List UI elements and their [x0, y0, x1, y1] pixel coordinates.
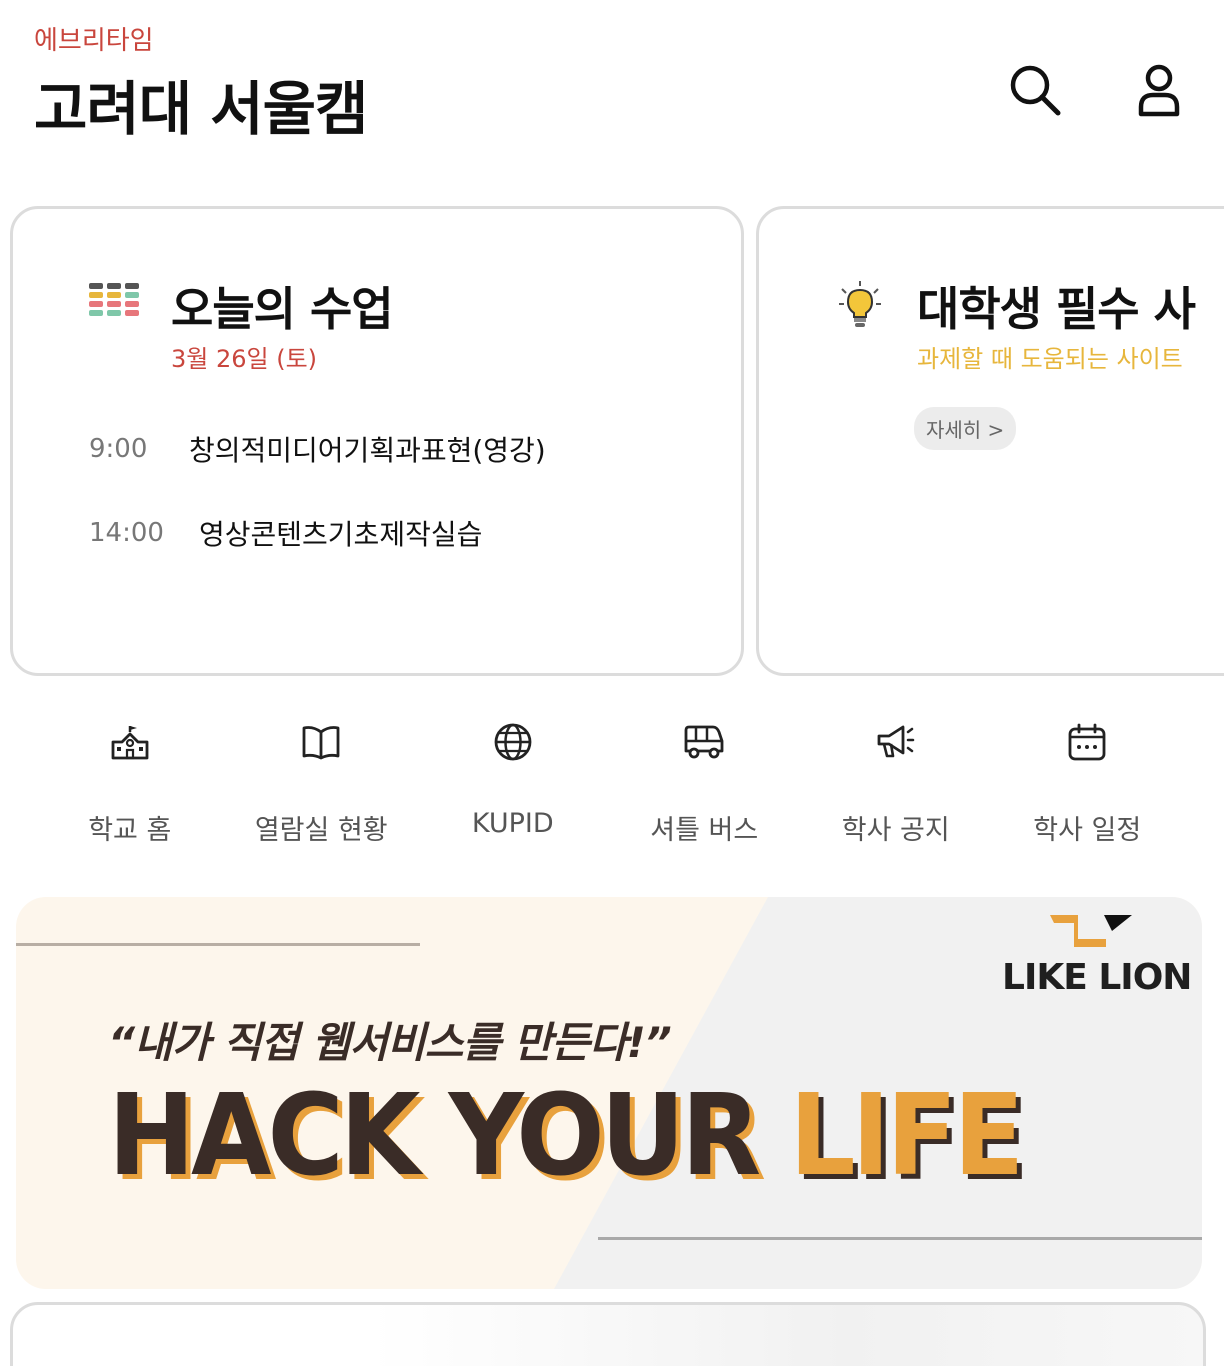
search-icon	[1010, 65, 1061, 116]
quick-menu-label: 열람실 현황	[254, 815, 388, 846]
class-name: 창의적미디어기획과표현(영강)	[189, 434, 546, 467]
megaphone-icon	[877, 725, 914, 758]
app-name: 에브리타임	[34, 26, 154, 56]
next-card[interactable]	[10, 1302, 1206, 1366]
globe-icon	[494, 723, 532, 761]
quick-menu-label: 셔틀 버스	[650, 815, 759, 846]
class-row[interactable]: 9:00 창의적미디어기획과표현(영강)	[89, 429, 546, 469]
school-icon	[111, 726, 149, 760]
calendar-icon	[1068, 723, 1106, 761]
quick-menu-label: 학사 일정	[1033, 815, 1142, 846]
quick-menu: 학교 홈 열람실 현황 KUPID 셔틀 버스 학사 공지 학사 일정	[34, 718, 1183, 847]
timetable-icon	[89, 283, 139, 316]
book-icon	[302, 726, 340, 760]
tips-title: 대학생 필수 사	[917, 282, 1196, 336]
school-name: 고려대 서울캠	[34, 75, 368, 143]
banner-divider	[16, 943, 420, 946]
banner-headline-accent: LIFE	[789, 1069, 1024, 1201]
user-icon	[1138, 64, 1180, 117]
class-row[interactable]: 14:00 영상콘텐츠기초제작실습	[89, 513, 482, 553]
tips-card[interactable]: 대학생 필수 사 과제할 때 도움되는 사이트 자세히 >	[756, 206, 1224, 676]
banner-headline-dark: HACK YOUR	[108, 1069, 790, 1201]
quick-menu-kupid[interactable]: KUPID	[417, 718, 609, 847]
search-button[interactable]	[1007, 62, 1063, 118]
today-classes-title: 오늘의 수업	[171, 282, 394, 336]
quick-menu-label: 학교 홈	[88, 815, 172, 846]
class-name: 영상콘텐츠기초제작실습	[199, 518, 483, 551]
quick-menu-academic-notice[interactable]: 학사 공지	[800, 718, 992, 847]
promo-banner[interactable]: “내가 직접 웹서비스를 만든다!” HACK YOUR LIFE LIKE L…	[16, 897, 1202, 1289]
class-time: 9:00	[89, 434, 148, 464]
class-time: 14:00	[89, 518, 164, 548]
banner-tagline: “내가 직접 웹서비스를 만든다!”	[108, 1018, 672, 1067]
brand-name: LIKE LION	[1002, 957, 1192, 998]
lightbulb-icon	[839, 281, 881, 327]
banner-divider	[598, 1237, 1202, 1240]
bus-icon	[684, 725, 724, 759]
likelion-logo: LIKE LION	[1002, 911, 1192, 1001]
quick-menu-academic-calendar[interactable]: 학사 일정	[992, 718, 1184, 847]
account-button[interactable]	[1131, 62, 1187, 118]
tips-subtitle: 과제할 때 도움되는 사이트	[917, 345, 1183, 373]
quick-menu-label: KUPID	[471, 808, 554, 839]
more-button[interactable]: 자세히 >	[914, 407, 1017, 450]
quick-menu-school-home[interactable]: 학교 홈	[34, 718, 226, 847]
today-date: 3월 26일 (토)	[171, 345, 318, 373]
likelion-mark-icon	[1050, 915, 1132, 947]
quick-menu-reading-room[interactable]: 열람실 현황	[226, 718, 418, 847]
quick-menu-label: 학사 공지	[841, 815, 950, 846]
quick-menu-shuttle-bus[interactable]: 셔틀 버스	[609, 718, 801, 847]
banner-headline: HACK YOUR LIFE	[108, 1069, 1024, 1201]
today-classes-card[interactable]: 오늘의 수업 3월 26일 (토) 9:00 창의적미디어기획과표현(영강) 1…	[10, 206, 744, 676]
